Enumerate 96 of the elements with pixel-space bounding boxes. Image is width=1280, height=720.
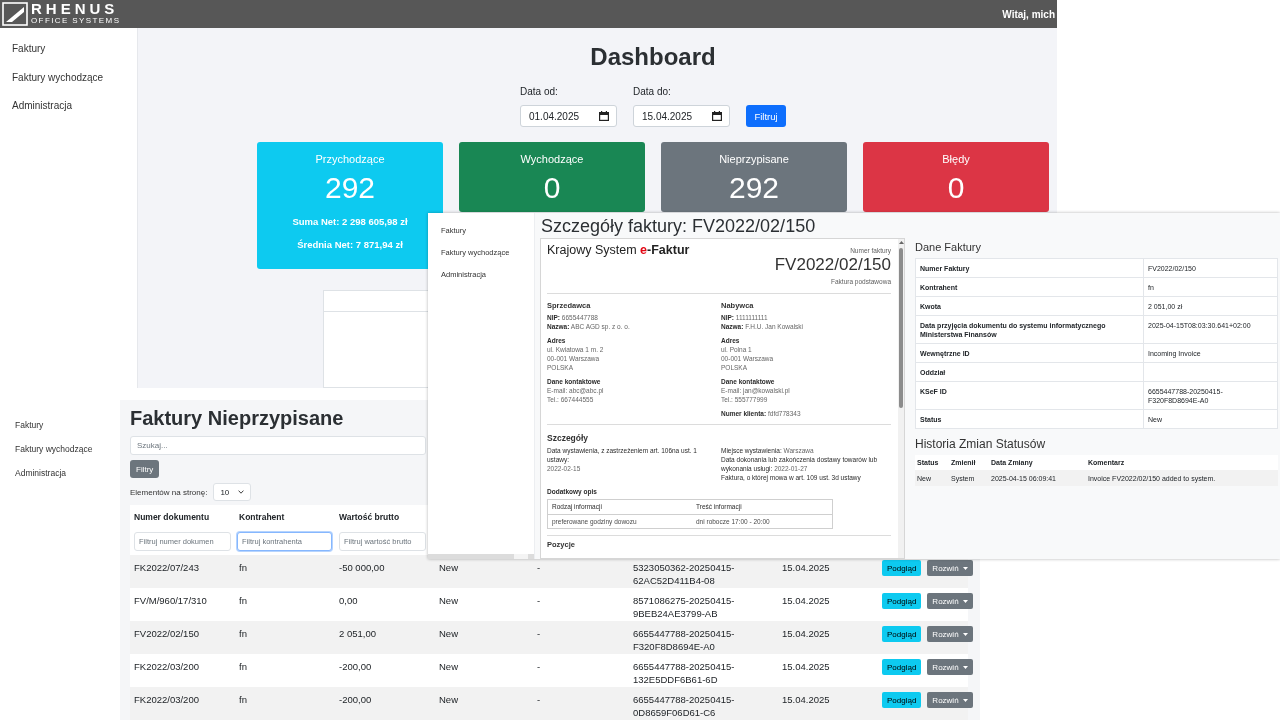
table-cell: 15.04.2025 [782, 561, 830, 574]
filter-button[interactable]: Filtruj [746, 105, 786, 127]
card-stat: Średnia Net: 7 871,94 zł [296, 239, 404, 251]
caret-down-icon [962, 698, 968, 702]
card-title: Błędy [941, 152, 971, 166]
table-cell: 15.04.2025 [782, 594, 830, 607]
page-title: Szczegóły faktury: FV2022/02/150 [541, 215, 817, 237]
logo-icon [2, 2, 28, 26]
card-value: 0 [946, 170, 966, 206]
page-size-label: Elementów na stronę: [130, 487, 208, 497]
table-cell: fn [239, 594, 247, 607]
sidebar-link[interactable]: Administracja [15, 468, 67, 478]
table-cell: fn [239, 561, 247, 574]
scrollbar-thumb[interactable] [514, 554, 528, 559]
filters-button[interactable]: Filtry [130, 460, 160, 478]
table-cell: 15.04.2025 [782, 627, 830, 640]
table-cell: -50 000,00 [339, 561, 385, 574]
table-cell: - [537, 693, 541, 706]
caret-down-icon [962, 665, 968, 669]
preview-button[interactable]: Podgląd [882, 659, 922, 675]
scroll-up-arrow-icon [898, 241, 904, 244]
table-cell: -200,00 [339, 693, 372, 706]
table-cell: New [439, 627, 458, 640]
chevron-down-icon [238, 490, 245, 494]
table-cell-text: 5323050362-20250415-62AC52D411B4-08 [633, 561, 736, 587]
table-cell: fn [239, 627, 247, 640]
expand-dropdown-button[interactable]: Rozwiń [927, 626, 973, 642]
table-cell: -200,00 [339, 660, 372, 673]
table-cell: FV2022/02/150 [134, 627, 199, 640]
expand-dropdown-button[interactable]: Rozwiń [927, 659, 973, 675]
calendar-icon [712, 111, 722, 121]
table-cell: fn [239, 660, 247, 673]
sidebar-link[interactable]: Faktury wychodzące [12, 71, 104, 84]
expand-dropdown-button[interactable]: Rozwiń [927, 560, 973, 576]
preview-button[interactable]: Podgląd [882, 560, 922, 576]
caret-down-icon [962, 632, 968, 636]
table-cell: FK2022/07/243 [134, 561, 199, 574]
scrollbar-thumb[interactable] [899, 248, 903, 408]
table-cell-text: 6655447788-20250415-132E5DDF6B61-6D [633, 660, 736, 686]
column-header: Numer dokumentu [134, 511, 210, 522]
brand-name: RHENUS [31, 2, 120, 15]
card-stat: Suma Net: 2 298 605,98 zł [291, 216, 409, 228]
table-cell: New [439, 594, 458, 607]
page-title: Dashboard [590, 43, 716, 71]
expand-dropdown-button[interactable]: Rozwiń [927, 692, 973, 708]
table-cell: - [537, 594, 541, 607]
preview-button[interactable]: Podgląd [882, 692, 922, 708]
expand-dropdown-button[interactable]: Rozwiń [927, 593, 973, 609]
brand-subtitle: OFFICE SYSTEMS [31, 15, 121, 26]
card-value: 292 [323, 170, 377, 206]
table-cell-text: 8571086275-20250415-9BEB24AE3799-AB [633, 594, 736, 620]
table-cell: fn [239, 693, 247, 706]
table-cell: FK2022/03/200 [134, 660, 199, 673]
table-cell: New [439, 660, 458, 673]
table-cell: - [537, 660, 541, 673]
card-title: Wychodzące [519, 152, 585, 166]
section-title: Dane Faktury [915, 240, 983, 254]
table-cell: New [439, 561, 458, 574]
ksef-logo-text: Krajowy System e-Faktur [547, 243, 690, 258]
search-field[interactable]: Szukaj... [130, 436, 426, 455]
preview-button[interactable]: Podgląd [882, 593, 922, 609]
sidebar-link[interactable]: Faktury [15, 420, 44, 430]
table-cell-text: 6655447788-20250415-F320F8D8694E-A0 [633, 627, 736, 653]
table-cell: 15.04.2025 [782, 693, 830, 706]
column-header: Wartość brutto [339, 511, 400, 522]
card-value: 292 [727, 170, 781, 206]
greeting-text: Witaj, mich [1002, 8, 1055, 20]
card-value: 0 [542, 170, 562, 206]
calendar-icon [599, 111, 609, 121]
sidebar-link[interactable]: Faktury [12, 43, 46, 55]
caret-down-icon [962, 566, 968, 570]
sidebar-link[interactable]: Faktury wychodzące [15, 444, 93, 454]
field-label: Data do: [633, 85, 671, 98]
section-heading: Szczegóły [547, 433, 590, 444]
table-cell: - [537, 561, 541, 574]
table-cell: 2 051,00 [339, 627, 376, 640]
table-cell: - [537, 627, 541, 640]
field-label: Data od: [520, 85, 558, 98]
date-field[interactable]: 15.04.2025 [633, 105, 730, 127]
table-cell: 0,00 [339, 594, 358, 607]
column-header: Kontrahent [239, 511, 285, 522]
section-title: Historia Zmian Statusów [915, 437, 1047, 452]
card-title: Przychodzące [314, 152, 386, 166]
preview-button[interactable]: Podgląd [882, 626, 922, 642]
table-cell-text: 6655447788-20250415-0D8659F06D61-C6 [633, 693, 736, 719]
page-size-select[interactable]: 10 [213, 483, 252, 501]
table-cell: 15.04.2025 [782, 660, 830, 673]
card-title: Nieprzypisane [718, 152, 790, 166]
table-cell: FK2022/03/200 [134, 693, 199, 706]
date-field[interactable]: 01.04.2025 [520, 105, 617, 127]
sidebar-link[interactable]: Administracja [12, 100, 73, 112]
invoice-number: FV2022/02/150 [774, 255, 891, 274]
caret-down-icon [962, 599, 968, 603]
page-title: Faktury Nieprzypisane [130, 406, 344, 430]
table-cell: FV/M/960/17/310 [134, 594, 207, 607]
table-cell: New [439, 693, 458, 706]
